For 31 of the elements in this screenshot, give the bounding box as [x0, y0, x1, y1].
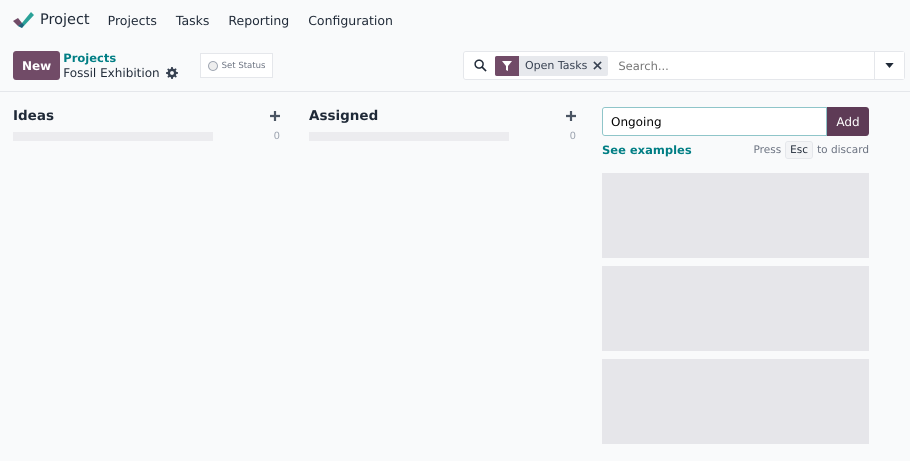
record-title: Fossil Exhibition: [63, 66, 160, 80]
hint-text: Press: [754, 144, 782, 156]
set-status-button[interactable]: Set Status: [200, 53, 274, 78]
search-options-toggle[interactable]: [874, 52, 904, 79]
filter-icon: [502, 60, 512, 70]
app-name[interactable]: Project: [40, 12, 90, 28]
column-count: 0: [274, 131, 280, 142]
facet-label: Open Tasks: [525, 59, 588, 72]
filter-facet[interactable]: Open Tasks: [495, 56, 608, 76]
search-field[interactable]: Open Tasks Search...: [463, 51, 905, 80]
menu-item[interactable]: Tasks: [176, 12, 210, 28]
app-logo-icon: [12, 11, 34, 29]
plus-icon[interactable]: [566, 111, 576, 121]
plus-icon[interactable]: [270, 111, 280, 121]
settings-icon[interactable]: [166, 67, 178, 79]
menu-item[interactable]: Reporting: [228, 12, 290, 28]
column-title: Assigned: [309, 108, 378, 124]
caret-icon: [885, 63, 894, 68]
search-icon[interactable]: [474, 59, 487, 72]
menu-item[interactable]: Projects: [108, 12, 157, 28]
column-name-field[interactable]: Ongoing: [602, 107, 827, 136]
column-title: Ideas: [13, 108, 54, 124]
menu-item[interactable]: Configuration: [308, 12, 393, 28]
new-button[interactable]: New: [13, 51, 60, 80]
add-button[interactable]: Add: [827, 107, 869, 136]
keyboard-key: Esc: [785, 141, 814, 159]
close-icon[interactable]: [593, 61, 602, 70]
breadcrumb-link[interactable]: Projects: [63, 50, 116, 64]
hint-text: to discard: [817, 144, 869, 156]
see-examples-link[interactable]: See examples: [602, 143, 692, 157]
column-count: 0: [570, 131, 576, 142]
